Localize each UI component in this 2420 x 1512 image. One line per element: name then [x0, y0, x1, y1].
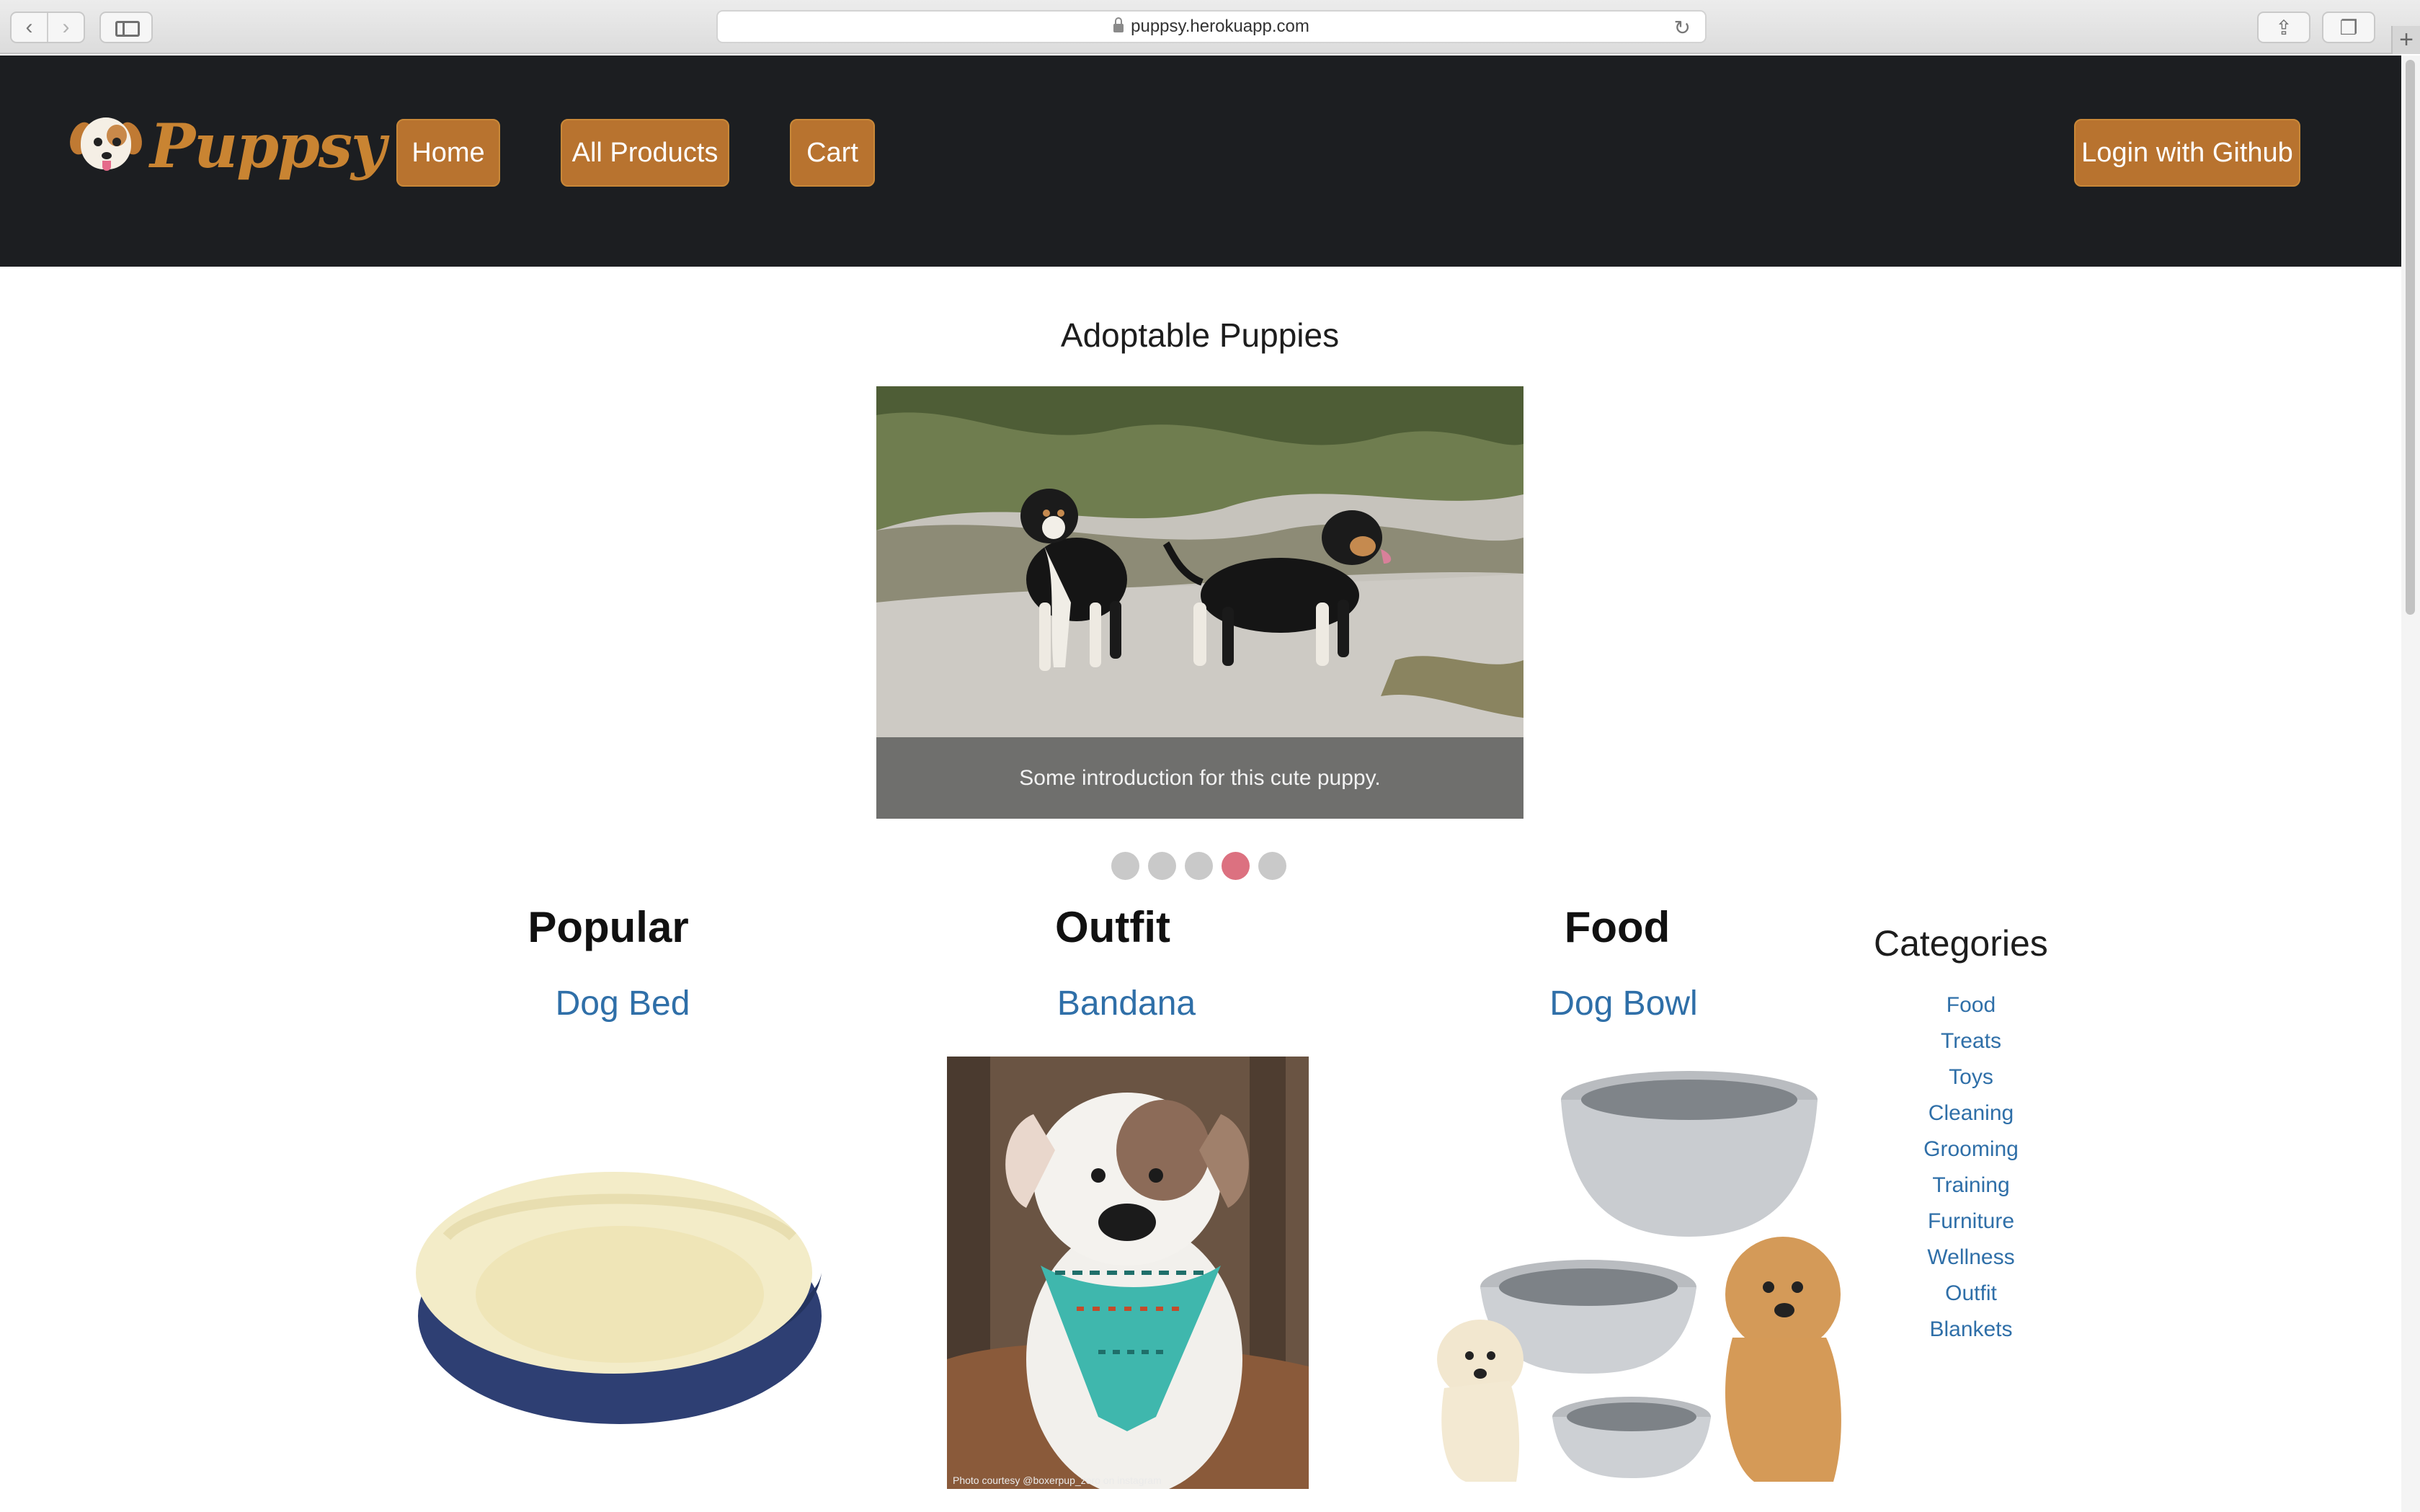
- category-link-grooming[interactable]: Grooming: [1874, 1131, 2068, 1168]
- category-link-training[interactable]: Training: [1874, 1168, 2068, 1204]
- food-heading: Food: [1564, 903, 1671, 951]
- scrollbar-thumb[interactable]: [2406, 60, 2415, 615]
- category-link-treats[interactable]: Treats: [1874, 1023, 2068, 1059]
- cart-button[interactable]: Cart: [790, 119, 875, 187]
- back-icon[interactable]: ‹: [12, 13, 47, 42]
- dog-bed-image[interactable]: [404, 1057, 840, 1489]
- category-link-toys[interactable]: Toys: [1874, 1059, 2068, 1095]
- tab-overview-icon[interactable]: ❐: [2322, 12, 2375, 43]
- carousel-dot-5[interactable]: [1258, 852, 1286, 880]
- brand-logo[interactable]: Puppsy: [66, 106, 386, 185]
- all-products-button[interactable]: All Products: [561, 119, 729, 187]
- page-scrollbar[interactable]: [2401, 55, 2420, 1512]
- food-column: Food Dog Bowl: [1437, 902, 1797, 1023]
- reload-icon[interactable]: ↻: [1674, 16, 1691, 40]
- bandana-image[interactable]: Photo courtesy @boxerpup_zero on instagr…: [947, 1057, 1309, 1489]
- url-text: puppsy.herokuapp.com: [1131, 17, 1309, 36]
- carousel-title: Adoptable Puppies: [1060, 316, 1340, 354]
- sidebar-icon: [115, 21, 140, 37]
- new-tab-icon[interactable]: +: [2391, 26, 2420, 54]
- category-link-blankets[interactable]: Blankets: [1874, 1312, 2068, 1348]
- carousel-indicators: [1111, 852, 1286, 880]
- sidebar-toggle-button[interactable]: [99, 12, 153, 43]
- category-link-food[interactable]: Food: [1874, 987, 2068, 1023]
- category-list: Food Treats Toys Cleaning Grooming Training Fu…: [1874, 987, 2039, 1348]
- address-bar[interactable]: puppsy.herokuapp.com ↻: [716, 10, 1707, 43]
- history-buttons: ‹ ›: [10, 12, 85, 43]
- categories-heading: Categories: [1874, 923, 2048, 964]
- browser-toolbar: ‹ › puppsy.herokuapp.com ↻ ⇪ ❐ +: [0, 0, 2420, 54]
- brand-name: Puppsy: [150, 110, 386, 182]
- dog-bowl-image[interactable]: [1415, 1057, 1849, 1489]
- photo-credit: Photo courtesy @boxerpup_zero on instagr…: [953, 1475, 1162, 1486]
- home-button[interactable]: Home: [396, 119, 500, 187]
- carousel-dot-1[interactable]: [1111, 852, 1139, 880]
- outfit-column: Outfit Bandana: [933, 902, 1293, 1023]
- popular-column: Popular Dog Bed: [428, 902, 788, 1023]
- share-icon[interactable]: ⇪: [2257, 12, 2310, 43]
- categories-sidebar: Categories Food Treats Toys Cleaning Groomin…: [1874, 922, 2048, 1348]
- outfit-heading: Outfit: [1055, 903, 1170, 951]
- bandana-link[interactable]: Bandana: [960, 984, 1293, 1023]
- category-link-cleaning[interactable]: Cleaning: [1874, 1095, 2068, 1131]
- popular-heading: Popular: [528, 903, 689, 951]
- category-link-wellness[interactable]: Wellness: [1874, 1240, 2068, 1276]
- category-link-outfit[interactable]: Outfit: [1874, 1276, 2068, 1312]
- puppy-face-icon: [66, 115, 146, 177]
- dog-bed-link[interactable]: Dog Bed: [457, 984, 788, 1023]
- puppy-carousel[interactable]: Some introduction for this cute puppy.: [876, 386, 1523, 819]
- carousel-dot-2[interactable]: [1148, 852, 1176, 880]
- category-link-furniture[interactable]: Furniture: [1874, 1204, 2068, 1240]
- login-github-button[interactable]: Login with Github: [2074, 119, 2300, 187]
- lock-icon: [1113, 17, 1124, 32]
- site-navbar: Puppsy Home All Products Cart Login with…: [0, 55, 2401, 267]
- carousel-dot-3[interactable]: [1185, 852, 1213, 880]
- carousel-dot-4[interactable]: [1222, 852, 1250, 880]
- dog-bowl-link[interactable]: Dog Bowl: [1450, 984, 1797, 1023]
- forward-icon[interactable]: ›: [47, 13, 84, 42]
- carousel-caption: Some introduction for this cute puppy.: [876, 737, 1523, 819]
